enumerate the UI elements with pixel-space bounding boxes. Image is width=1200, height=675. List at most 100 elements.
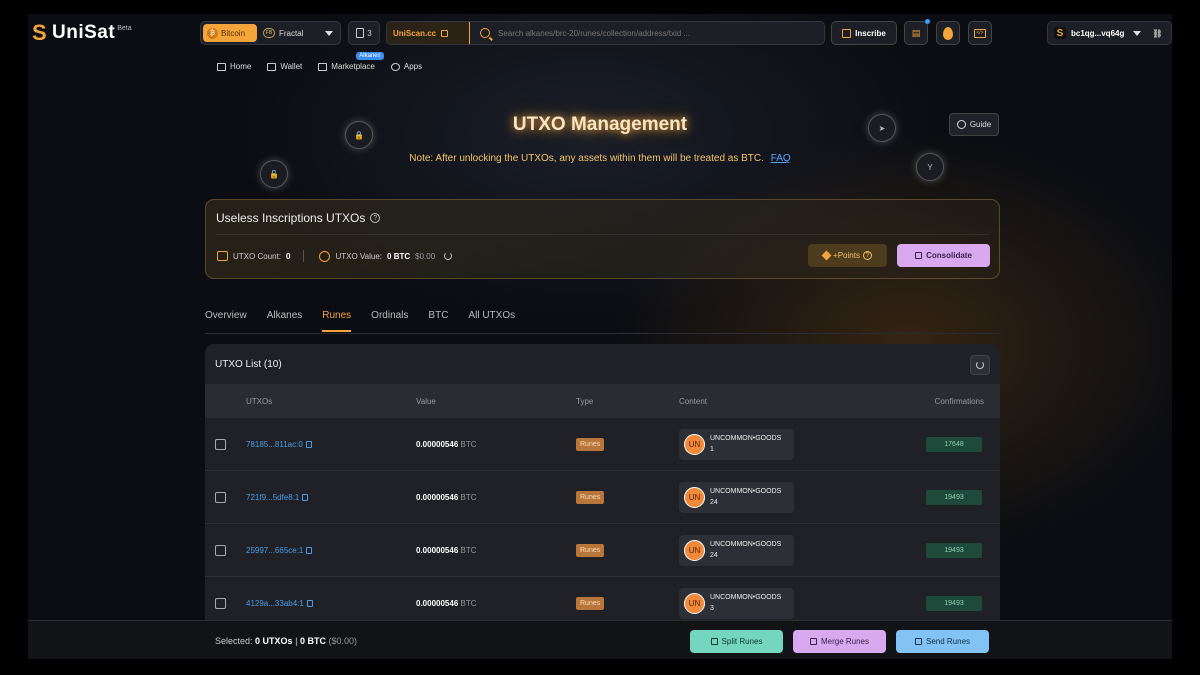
rune-name: UNCOMMON•GOODS [710,435,782,442]
refresh-button[interactable] [970,355,990,375]
clipboard-button[interactable]: ▤ [904,19,930,45]
utxo-link[interactable]: 721f9...5dfe8:1 [246,492,309,502]
consolidate-button[interactable]: Consolidate [897,244,990,267]
wallet-button[interactable]: S bc1qg...vq64g ⛓ [1047,21,1172,45]
rune-chip[interactable]: UN UNCOMMON•GOODS 24 [679,534,794,566]
utxo-link[interactable]: 25997...665ce:1 [246,546,313,555]
row-checkbox[interactable] [215,491,226,503]
rune-icon: UN [684,592,705,614]
useless-stats: UTXO Count: 0 UTXO Value: 0 BTC $0.00 [217,250,453,262]
send-runes-button[interactable]: Send Runes [896,630,989,653]
selected-label: Selected: [215,636,253,646]
rune-chip[interactable]: UN UNCOMMON•GOODS 1 [679,428,794,460]
value-amount: 0.00000546 [416,598,459,608]
app-window: S UniSat Beta ₿ Bitcoin FB Fractal 3 Uni… [28,14,1172,659]
points-button[interactable]: +Points ? [808,244,887,267]
wallet-logo-icon: S [1054,27,1066,39]
network-bitcoin-button[interactable]: ₿ Bitcoin [203,24,257,42]
tabs-divider [205,333,1000,334]
tab-ordinals[interactable]: Ordinals [371,310,408,332]
rune-icon: UN [684,433,705,455]
utxo-value-btc: 0 BTC [387,251,411,261]
type-badge: Runes [576,437,605,451]
refresh-icon[interactable] [444,252,453,260]
value-unit: BTC [460,545,477,555]
top-bar: S UniSat Beta ₿ Bitcoin FB Fractal 3 Uni… [28,14,1172,54]
network-fractal-button[interactable]: FB Fractal [257,24,325,42]
merge-runes-button[interactable]: Merge Runes [793,630,886,653]
value-unit: BTC [460,492,477,502]
rune-chip[interactable]: UN UNCOMMON•GOODS 3 [679,587,794,619]
copy-icon[interactable] [302,493,309,501]
clock-icon [956,120,966,129]
developer-button[interactable]: </> [968,21,992,45]
content-cell: UN UNCOMMON•GOODS 3 [679,587,794,619]
table-row[interactable]: 721f9...5dfe8:1 0.00000546 BTC Runes UN U… [205,471,1000,524]
alkanes-badge: Alkanes [356,52,384,60]
inscribe-button[interactable]: Inscribe [831,21,897,45]
pending-orders-button[interactable]: 3 [348,21,380,45]
utxo-count-label: UTXO Count: [233,251,282,261]
table-row[interactable]: 25997...665ce:1 0.00000546 BTC Runes UN U… [205,524,1000,577]
row-checkbox[interactable] [215,597,226,609]
value-amount: 0.00000546 [416,439,459,449]
network-switcher[interactable]: ₿ Bitcoin FB Fractal [200,21,341,45]
points-label: +Points [833,251,860,260]
main-nav: Home Wallet Marketplace Alkanes Apps [217,52,422,71]
nav-apps[interactable]: Apps [390,62,422,71]
separator [303,250,305,262]
tab-btc[interactable]: BTC [428,310,448,332]
copy-icon[interactable] [306,599,313,607]
home-icon [217,62,226,71]
selected-usd: ($0.00) [328,636,357,646]
split-runes-button[interactable]: Split Runes [690,630,783,653]
guide-button[interactable]: Guide [949,113,999,136]
send-icon [914,638,922,645]
utxo-link[interactable]: 4129a...33ab4:1 [246,599,313,608]
utxo-value-label: UTXO Value: [335,251,383,261]
tab-all-utxos[interactable]: All UTXOs [468,310,515,332]
copy-icon[interactable] [305,440,312,448]
faq-link[interactable]: FAQ [771,153,791,164]
utxo-list-card: UTXO List (10) UTXOs Value Type Content … [205,344,1000,644]
utxo-id: 721f9...5dfe8:1 [246,492,300,502]
code-icon: </> [974,28,986,38]
copy-icon[interactable] [306,546,313,554]
utxo-link[interactable]: 78185...811ac:0 [246,440,312,449]
document-icon [356,28,365,38]
col-value: Value [416,396,436,406]
type-cell: Runes [576,437,605,451]
content-cell: UN UNCOMMON•GOODS 24 [679,481,794,513]
selected-btc: 0 BTC [299,636,326,646]
fire-button[interactable] [936,21,960,45]
col-type: Type [576,396,594,406]
chevron-down-icon [1133,30,1142,36]
logo[interactable]: S UniSat Beta [32,22,132,44]
search-input[interactable] [498,28,818,38]
flame-icon [943,26,953,40]
rune-icon: UN [684,539,705,561]
split-icon [710,638,718,645]
nav-wallet[interactable]: Wallet [267,62,302,71]
utxo-tabs: Overview Alkanes Runes Ordinals BTC All … [205,310,515,332]
disconnect-icon[interactable]: ⛓ [1152,29,1162,38]
nav-home[interactable]: Home [217,62,251,71]
tab-runes[interactable]: Runes [322,310,351,332]
utxo-count-icon [217,251,228,261]
table-row[interactable]: 78185...811ac:0 0.00000546 BTC Runes UN U… [205,418,1000,471]
help-icon: ? [862,251,872,260]
tab-alkanes[interactable]: Alkanes [267,310,303,332]
row-checkbox[interactable] [215,544,226,556]
uniscan-link[interactable]: UniScan.cc [387,22,470,44]
nav-marketplace[interactable]: Marketplace Alkanes [318,52,384,71]
chevron-down-icon[interactable] [325,30,333,36]
tab-overview[interactable]: Overview [205,310,247,332]
unisat-logo-icon: S [32,20,47,45]
pending-count: 3 [367,28,372,38]
rune-chip[interactable]: UN UNCOMMON•GOODS 24 [679,481,794,513]
useless-header: Useless Inscriptions UTXOs ? [216,211,381,225]
selection-bar: Selected: 0 UTXOs | 0 BTC ($0.00) Split … [28,620,1172,659]
help-icon[interactable]: ? [370,213,381,223]
notification-dot [925,19,930,24]
row-checkbox[interactable] [215,438,226,450]
